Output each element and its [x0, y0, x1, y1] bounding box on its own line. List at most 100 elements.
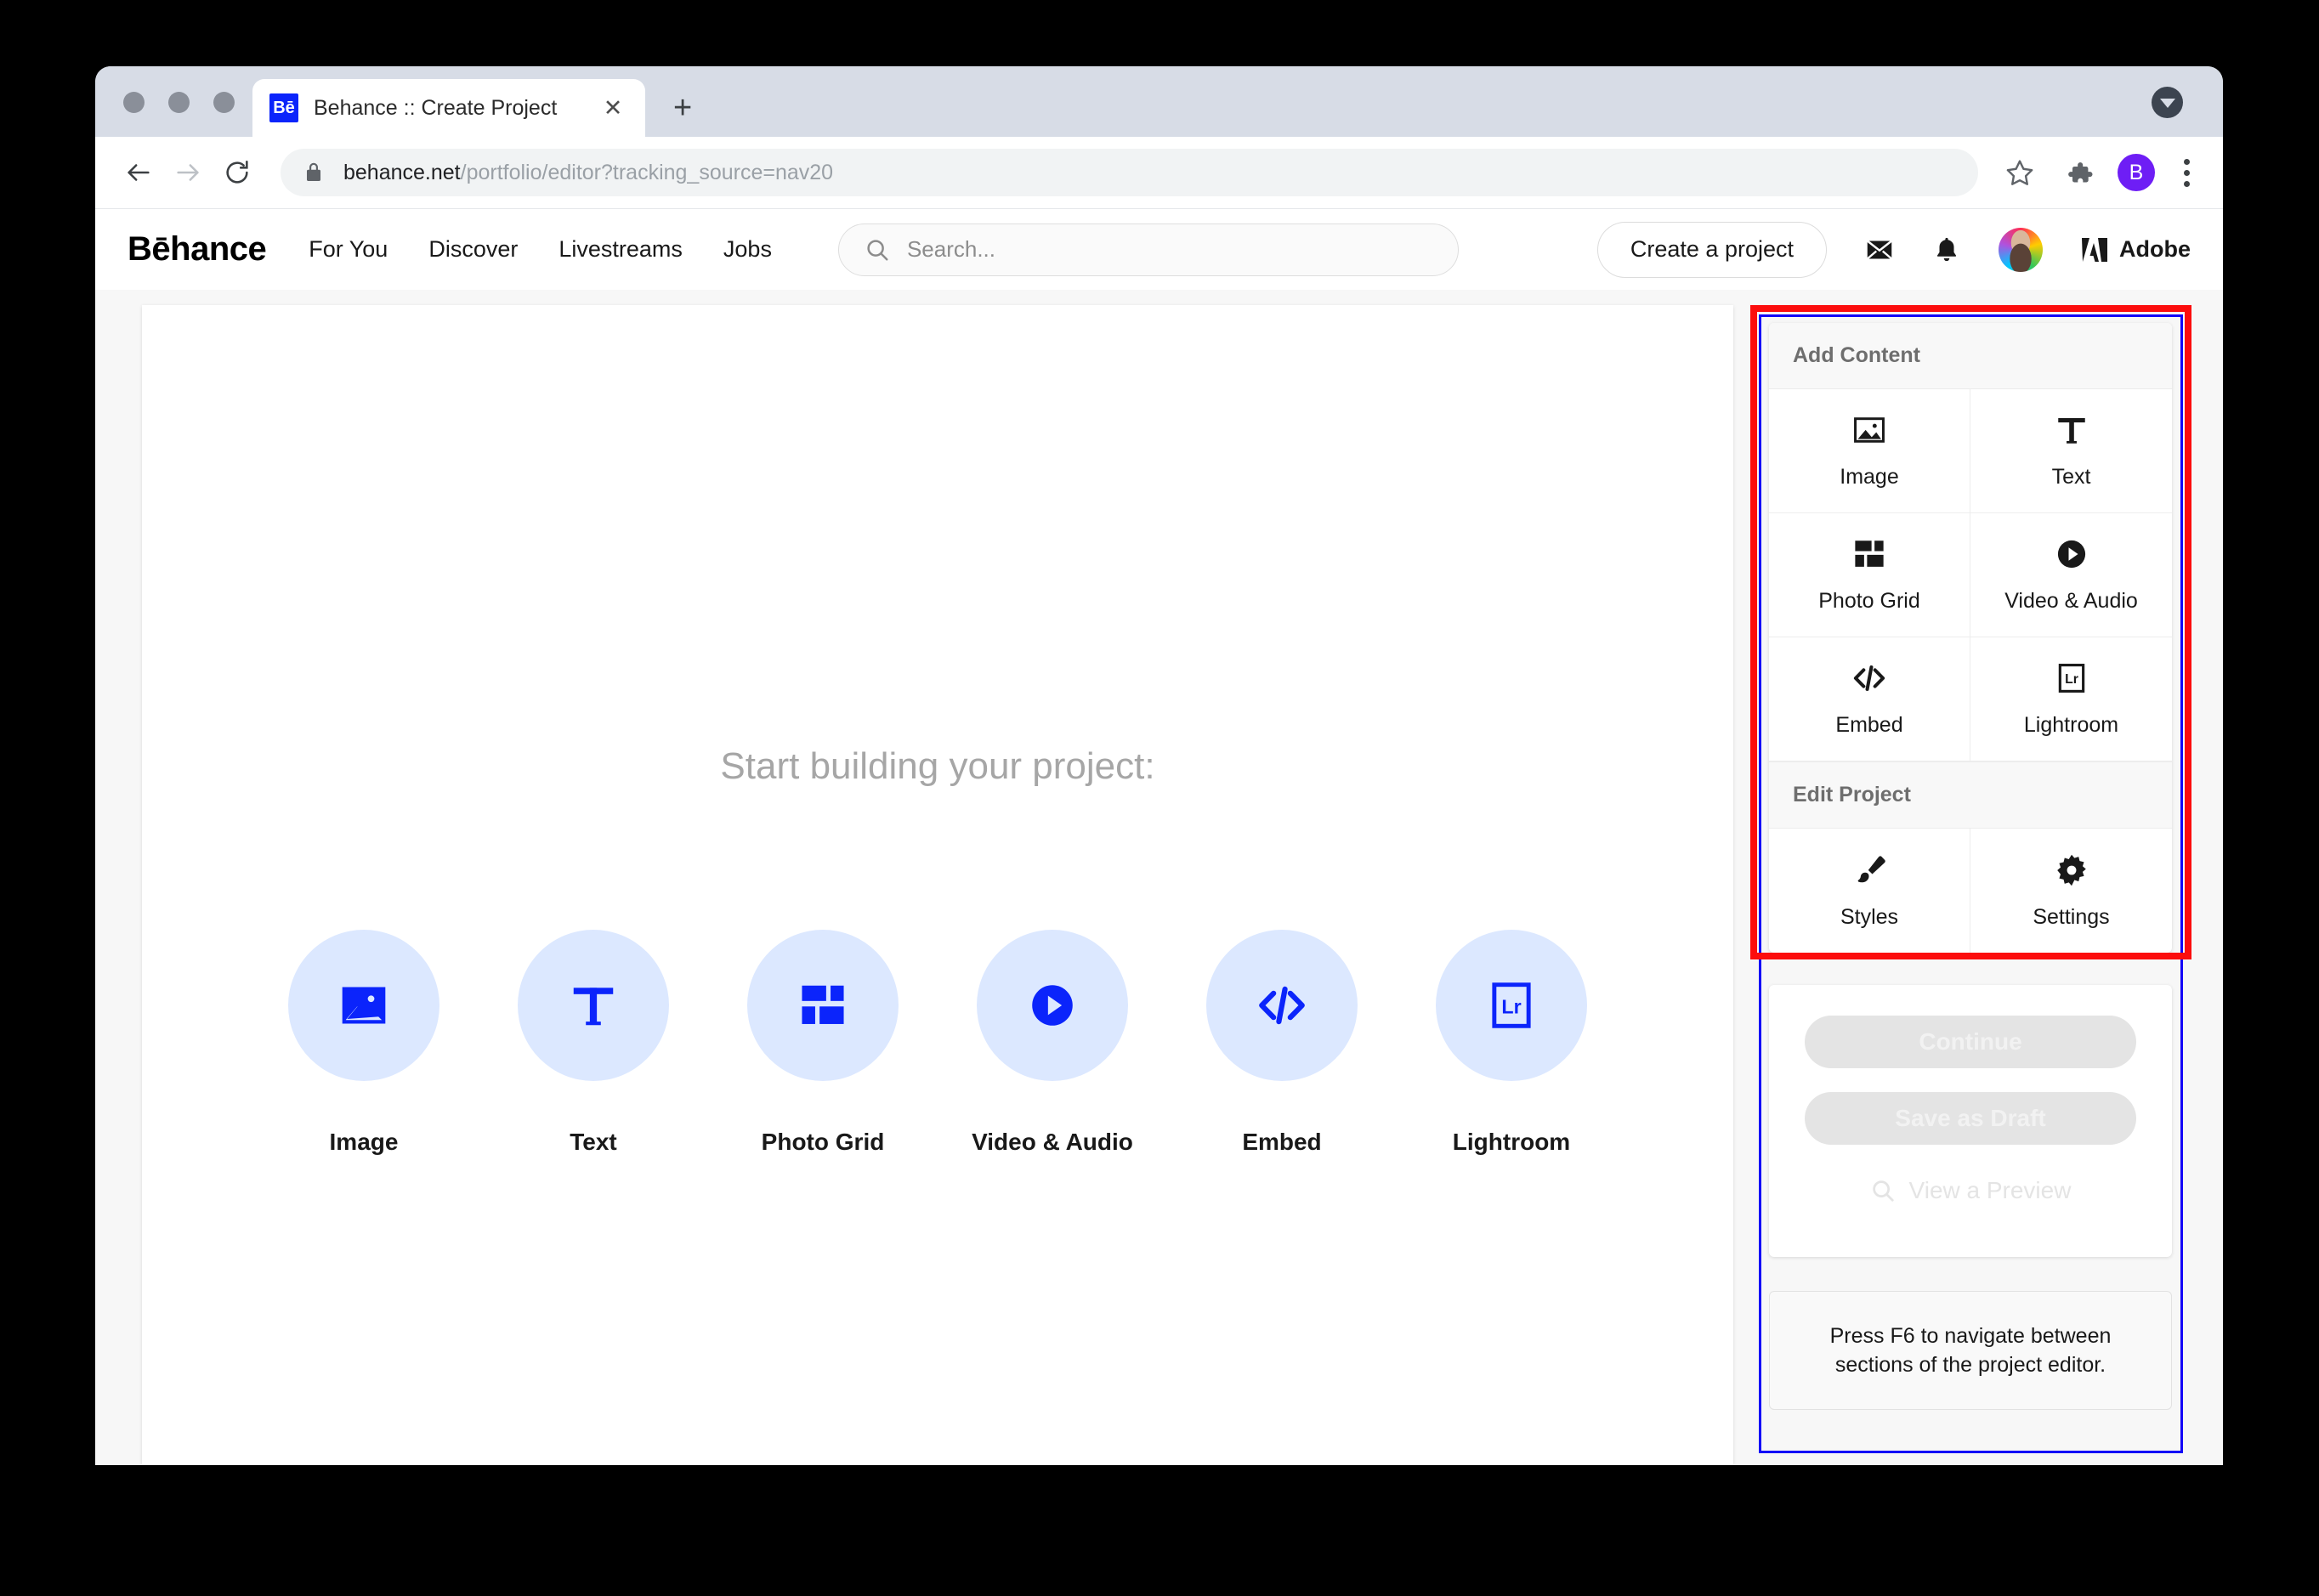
- keyboard-hint: Press F6 to navigate between sections of…: [1769, 1291, 2172, 1410]
- text-icon: [2057, 418, 2085, 444]
- page-content: Bēhance For You Discover Livestreams Job…: [95, 209, 2223, 1465]
- svg-text:Lr: Lr: [2065, 672, 2078, 687]
- nav-item-jobs[interactable]: Jobs: [723, 236, 772, 263]
- sidebar-item-photo-grid[interactable]: Photo Grid: [1769, 513, 1970, 637]
- minimize-window-button[interactable]: [168, 92, 190, 113]
- tile-photo-grid[interactable]: Photo Grid: [747, 930, 899, 1156]
- gear-icon: [2056, 854, 2086, 886]
- page-title: Start building your project:: [720, 745, 1155, 787]
- tile-label: Video & Audio: [972, 1129, 1133, 1155]
- embed-icon-circle: [1206, 930, 1358, 1081]
- sidebar-item-text[interactable]: Text: [1970, 389, 2172, 513]
- sidebar-item-label: Embed: [1835, 713, 1903, 737]
- video-audio-icon-circle: [977, 930, 1128, 1081]
- add-content-header: Add Content: [1769, 323, 2172, 389]
- adobe-logo-icon: [2082, 237, 2107, 262]
- edit-project-header: Edit Project: [1769, 761, 2172, 829]
- sidebar-item-styles[interactable]: Styles: [1769, 829, 1970, 953]
- tab-title: Behance :: Create Project: [314, 95, 558, 120]
- search-placeholder: Search...: [906, 236, 996, 262]
- window-traffic-lights: [123, 92, 235, 113]
- url-host: behance.net: [343, 160, 461, 184]
- browser-toolbar: behance.net/portfolio/editor?tracking_so…: [95, 137, 2223, 209]
- image-icon-circle: [288, 930, 439, 1081]
- search-icon: [1872, 1180, 1894, 1202]
- navbar-right-group: Create a project Adobe: [1596, 221, 2191, 278]
- nav-item-discover[interactable]: Discover: [428, 236, 518, 263]
- browser-profile-avatar[interactable]: B: [2118, 154, 2155, 191]
- lightroom-icon: Lr: [1492, 982, 1531, 1028]
- bookmark-star-icon[interactable]: [1995, 148, 2044, 197]
- create-a-project-button[interactable]: Create a project: [1596, 221, 1827, 278]
- back-button[interactable]: [114, 148, 163, 197]
- sidebar-item-label: Image: [1840, 465, 1899, 489]
- sidebar-item-label: Video & Audio: [2004, 589, 2138, 613]
- add-content-grid: Image Text Photo Grid Video & Audio Embe…: [1769, 389, 2172, 761]
- new-tab-button[interactable]: +: [673, 92, 692, 124]
- text-icon: [573, 988, 614, 1026]
- tile-embed[interactable]: Embed: [1206, 930, 1358, 1156]
- tile-lightroom[interactable]: Lr Lightroom: [1436, 930, 1587, 1156]
- brush-icon: [1857, 855, 1885, 882]
- tile-label: Text: [570, 1129, 617, 1155]
- sidebar-item-embed[interactable]: Embed: [1769, 637, 1970, 761]
- url-text: behance.net/portfolio/editor?tracking_so…: [343, 161, 833, 185]
- editor-sidebar: Add Content Image Text Photo Grid Video …: [1750, 305, 2198, 1465]
- sidebar-item-lightroom[interactable]: Lr Lightroom: [1970, 637, 2172, 761]
- browser-tab-active[interactable]: Bē Behance :: Create Project ✕: [252, 79, 645, 137]
- browser-window: Bē Behance :: Create Project ✕ + behance…: [95, 66, 2223, 1465]
- project-editor: Start building your project: Image Text: [95, 290, 2223, 1465]
- address-bar[interactable]: behance.net/portfolio/editor?tracking_so…: [281, 149, 1978, 196]
- extensions-puzzle-icon[interactable]: [2055, 148, 2104, 197]
- chevron-down-icon[interactable]: [2152, 87, 2183, 118]
- nav-item-for-you[interactable]: For You: [309, 236, 388, 263]
- tile-label: Image: [329, 1129, 399, 1155]
- svg-text:Lr: Lr: [1501, 995, 1521, 1017]
- notifications-bell-icon[interactable]: [1932, 235, 1961, 264]
- tile-video-audio[interactable]: Video & Audio: [972, 930, 1133, 1156]
- lightroom-icon-circle: Lr: [1436, 930, 1587, 1081]
- browser-tab-strip: Bē Behance :: Create Project ✕ +: [95, 66, 2223, 137]
- project-actions-panel: Continue Save as Draft View a Preview: [1769, 985, 2172, 1257]
- close-tab-icon[interactable]: ✕: [598, 96, 628, 120]
- tile-image[interactable]: Image: [288, 930, 439, 1156]
- forward-button[interactable]: [163, 148, 213, 197]
- photo-grid-icon-circle: [747, 930, 899, 1081]
- tile-label: Embed: [1242, 1129, 1322, 1155]
- nav-item-livestreams[interactable]: Livestreams: [558, 236, 683, 263]
- url-path: /portfolio/editor?tracking_source=nav20: [460, 160, 834, 184]
- maximize-window-button[interactable]: [213, 92, 235, 113]
- embed-icon: [1853, 665, 1885, 691]
- lock-icon: [303, 161, 325, 184]
- adobe-link[interactable]: Adobe: [2080, 236, 2191, 263]
- messages-envelope-icon[interactable]: [1864, 235, 1895, 265]
- edit-project-grid: Styles Settings: [1769, 829, 2172, 953]
- reload-button[interactable]: [213, 148, 262, 197]
- sidebar-item-label: Lightroom: [2023, 713, 2119, 737]
- sidebar-item-label: Photo Grid: [1818, 589, 1920, 613]
- sidebar-item-settings[interactable]: Settings: [1970, 829, 2172, 953]
- tile-label: Photo Grid: [761, 1129, 885, 1155]
- sidebar-item-image[interactable]: Image: [1769, 389, 1970, 513]
- behance-search-input[interactable]: Search...: [837, 223, 1459, 276]
- behance-logo[interactable]: Bēhance: [128, 230, 267, 269]
- close-window-button[interactable]: [123, 92, 145, 113]
- content-type-tiles: Image Text Photo Grid Video & Audio Embe…: [142, 930, 1733, 1156]
- view-a-preview-link[interactable]: View a Preview: [1805, 1177, 2136, 1204]
- sidebar-panel: Add Content Image Text Photo Grid Video …: [1769, 323, 2172, 953]
- tile-text[interactable]: Text: [518, 930, 669, 1156]
- image-icon: [342, 987, 386, 1024]
- tile-label: Lightroom: [1452, 1129, 1571, 1155]
- sidebar-item-label: Text: [2051, 465, 2091, 489]
- save-as-draft-button[interactable]: Save as Draft: [1805, 1092, 2136, 1145]
- video-audio-icon: [2057, 540, 2085, 569]
- sidebar-item-video-audio[interactable]: Video & Audio: [1970, 513, 2172, 637]
- user-avatar[interactable]: [1999, 227, 2043, 272]
- lightroom-icon: Lr: [2058, 664, 2084, 693]
- behance-navbar: Bēhance For You Discover Livestreams Job…: [95, 209, 2223, 290]
- browser-menu-icon[interactable]: [2169, 148, 2204, 197]
- search-icon: [867, 239, 888, 260]
- continue-button[interactable]: Continue: [1805, 1016, 2136, 1068]
- sidebar-item-label: Styles: [1840, 904, 1899, 929]
- view-a-preview-label: View a Preview: [1908, 1177, 2072, 1203]
